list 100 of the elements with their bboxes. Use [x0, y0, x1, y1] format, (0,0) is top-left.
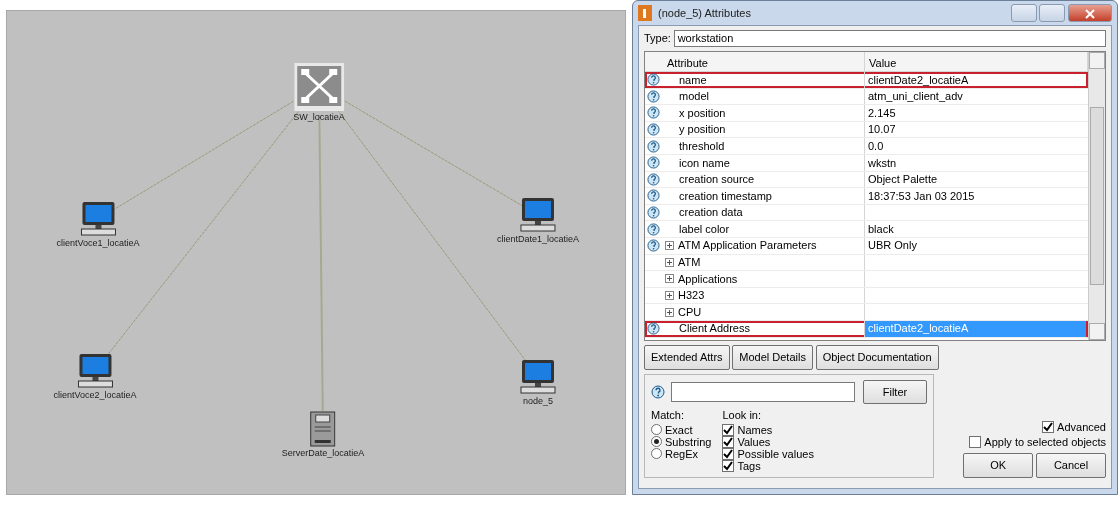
attribute-name: Client Address — [679, 321, 750, 337]
attribute-name: model — [679, 89, 709, 105]
attribute-value[interactable]: clientDate2_locatieA — [868, 71, 969, 89]
attribute-value[interactable]: UBR Only — [868, 237, 917, 254]
attribute-name: icon name — [679, 155, 730, 171]
help-icon — [647, 189, 660, 203]
attribute-value[interactable]: Object Palette — [868, 171, 938, 188]
table-row[interactable]: model atm_uni_client_adv — [645, 88, 1088, 106]
tab-button[interactable]: Model Details — [732, 345, 813, 370]
radio-option[interactable]: RegEx — [651, 447, 712, 460]
attribute-name: CPU — [678, 304, 702, 320]
checkmark-icon — [723, 424, 734, 435]
help-icon — [647, 106, 660, 120]
node-label: SW_locatieA — [293, 111, 345, 124]
help-icon — [647, 206, 660, 220]
help-icon — [647, 73, 660, 87]
attribute-name: creation timestamp — [679, 188, 772, 204]
column-header[interactable]: Attribute — [645, 52, 865, 71]
help-icon — [647, 239, 660, 253]
table-row[interactable]: Applications — [645, 271, 1088, 288]
table-row[interactable]: H323 — [645, 287, 1088, 305]
help-icon — [647, 172, 660, 186]
look-in-label: Look in: — [722, 408, 762, 423]
radio-option[interactable]: Substring — [651, 435, 712, 448]
tab-button[interactable]: Extended Attrs — [644, 345, 730, 370]
checkmark-icon — [723, 460, 734, 471]
table-row[interactable]: name clientDate2_locatieA — [645, 72, 1088, 89]
table-row[interactable]: CPU — [645, 304, 1088, 321]
attribute-name: x position — [679, 105, 726, 121]
workstation-icon — [80, 201, 116, 237]
cancel-button[interactable]: Cancel — [1036, 453, 1106, 478]
attribute-name: name — [679, 72, 707, 88]
help-icon — [651, 384, 665, 399]
help-icon — [647, 89, 660, 103]
table-row[interactable]: icon name wkstn — [645, 154, 1088, 172]
attribute-value[interactable]: atm_uni_client_adv — [868, 88, 963, 105]
attribute-name: ATM Application Parameters — [678, 238, 817, 254]
table-row[interactable]: ATM — [645, 254, 1088, 272]
workstation-icon — [520, 359, 556, 395]
attribute-name: H323 — [678, 288, 705, 304]
help-icon — [647, 156, 660, 170]
attribute-name: ATM — [678, 255, 701, 271]
type-field[interactable]: workstation — [673, 30, 1106, 47]
scrollbar[interactable] — [1088, 52, 1105, 340]
attribute-name: creation source — [679, 172, 755, 188]
expand-icon[interactable] — [665, 274, 674, 284]
checkmark-icon — [723, 436, 734, 447]
ok-button[interactable]: OK — [963, 453, 1034, 478]
expand-icon[interactable] — [665, 307, 674, 317]
attribute-name: threshold — [679, 138, 725, 154]
checkmark-icon — [723, 448, 734, 459]
help-icon — [647, 123, 660, 137]
attribute-value[interactable]: 2.145 — [868, 104, 896, 122]
expand-icon[interactable] — [665, 291, 674, 300]
close-icon — [1085, 9, 1095, 20]
tab-button[interactable]: Object Documentation — [815, 345, 939, 370]
close-button[interactable] — [1068, 4, 1112, 22]
attribute-value[interactable]: 18:37:53 Jan 03 2015 — [868, 187, 975, 205]
window-title: (node_5) Attributes — [658, 5, 751, 21]
help-icon — [647, 139, 660, 153]
table-row[interactable]: creation data — [645, 204, 1088, 222]
attribute-value[interactable]: 0.0 — [868, 137, 884, 155]
checkbox-option[interactable]: Values — [722, 435, 814, 448]
radio-option[interactable]: Exact — [651, 423, 712, 436]
attribute-name: label color — [679, 221, 730, 237]
node-label: node_5 — [522, 395, 553, 408]
attribute-name: creation data — [679, 205, 743, 221]
attribute-value[interactable]: 10.07 — [868, 121, 896, 138]
node-label: clientVoce1_locatieA — [56, 237, 140, 250]
match-label: Match: — [651, 408, 685, 423]
filter-field[interactable] — [670, 381, 855, 402]
checkbox-option[interactable]: Advanced — [1042, 420, 1106, 433]
workstation-icon — [520, 197, 556, 233]
checkbox-option[interactable]: Apply to selected objects — [969, 435, 1106, 448]
node-label: clientDate1_locatieA — [496, 233, 580, 246]
type-label: Type: — [644, 31, 671, 47]
expand-icon[interactable] — [665, 241, 674, 251]
app-icon — [638, 5, 652, 21]
help-icon — [647, 322, 660, 336]
server-icon — [310, 411, 336, 447]
table-row[interactable]: creation source Object Palette — [645, 171, 1088, 189]
checkbox-option[interactable]: Names — [722, 423, 814, 436]
checkbox-option[interactable]: Possible values — [722, 447, 814, 460]
table-row[interactable]: ATM Application Parameters UBR Only — [645, 237, 1088, 255]
table-row[interactable]: Client Address clientDate2_locatieA — [645, 320, 1088, 338]
table-row[interactable]: x position 2.145 — [645, 105, 1088, 122]
table-row[interactable]: threshold 0.0 — [645, 138, 1088, 155]
checkbox-option[interactable]: Tags — [722, 459, 814, 472]
workstation-icon — [77, 353, 113, 389]
filter-button[interactable]: Filter — [863, 379, 927, 404]
node-label: ServerDate_locatieA — [281, 447, 365, 460]
attribute-value[interactable]: black — [868, 220, 894, 238]
switch-icon — [294, 63, 344, 111]
attribute-value[interactable]: wkstn — [868, 154, 897, 171]
attribute-name: y position — [679, 122, 726, 138]
expand-icon[interactable] — [665, 257, 674, 267]
checkmark-icon — [1043, 421, 1054, 432]
table-row[interactable]: y position 10.07 — [645, 121, 1088, 139]
table-row[interactable]: label color black — [645, 221, 1088, 238]
table-row[interactable]: creation timestamp 18:37:53 Jan 03 2015 — [645, 188, 1088, 205]
